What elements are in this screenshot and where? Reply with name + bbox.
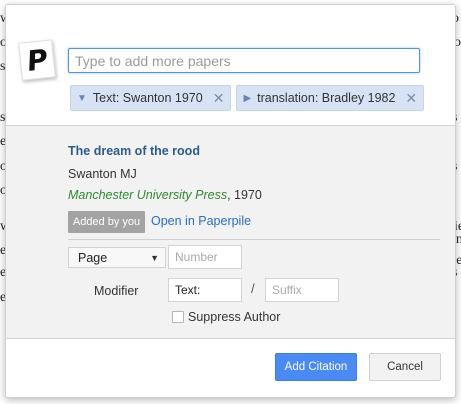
paperpile-logo: P: [18, 39, 56, 81]
publisher-name: Manchester University Press: [68, 188, 228, 202]
suppress-author-label: Suppress Author: [188, 310, 281, 324]
modifier-separator: /: [251, 281, 255, 296]
cancel-button[interactable]: Cancel: [369, 353, 441, 381]
publication-year: , 1970: [227, 188, 262, 202]
divider: [68, 239, 440, 240]
suffix-input[interactable]: Suffix: [265, 278, 339, 302]
paper-publication: Manchester University Press, 1970: [68, 188, 262, 202]
paper-chip[interactable]: ▼ Text: Swanton 1970 ✕: [70, 85, 232, 111]
citation-details: The dream of the rood Swanton MJ Manches…: [6, 125, 455, 339]
locator-number-input[interactable]: Number: [168, 245, 242, 269]
chip-label: translation: Bradley 1982: [257, 91, 396, 105]
dropdown-arrow-icon: ▼: [150, 252, 159, 263]
suppress-author-checkbox[interactable]: [172, 311, 184, 323]
paper-author: Swanton MJ: [68, 167, 137, 181]
remove-chip-icon[interactable]: ✕: [213, 90, 225, 107]
modifier-label: Modifier: [94, 284, 139, 298]
suppress-author-option[interactable]: Suppress Author: [172, 310, 280, 324]
locator-type-select[interactable]: Page ▼: [68, 247, 166, 268]
logo-glyph: P: [26, 42, 48, 78]
add-citation-button[interactable]: Add Citation: [275, 353, 357, 381]
expand-triangle-icon[interactable]: ▶: [243, 93, 251, 104]
remove-chip-icon[interactable]: ✕: [405, 90, 417, 107]
locator-type-value: Page: [78, 250, 108, 265]
dialog-footer: Add Citation Cancel: [6, 340, 455, 397]
open-in-paperpile-link[interactable]: Open in Paperpile: [151, 214, 251, 228]
dialog-header: P ▼ Text: Swanton 1970 ✕ ▶ translation: …: [6, 5, 455, 125]
paper-search-input[interactable]: [68, 48, 420, 73]
paper-chip[interactable]: ▶ translation: Bradley 1982 ✕: [236, 85, 425, 111]
added-by-you-badge: Added by you: [68, 211, 145, 233]
selected-papers: ▼ Text: Swanton 1970 ✕ ▶ translation: Br…: [70, 85, 425, 111]
paper-title: The dream of the rood: [68, 144, 200, 158]
add-citation-dialog: P ▼ Text: Swanton 1970 ✕ ▶ translation: …: [5, 4, 456, 398]
expand-triangle-icon[interactable]: ▼: [77, 93, 87, 104]
prefix-text-input[interactable]: Text:: [168, 278, 242, 302]
chip-label: Text: Swanton 1970: [92, 91, 203, 105]
